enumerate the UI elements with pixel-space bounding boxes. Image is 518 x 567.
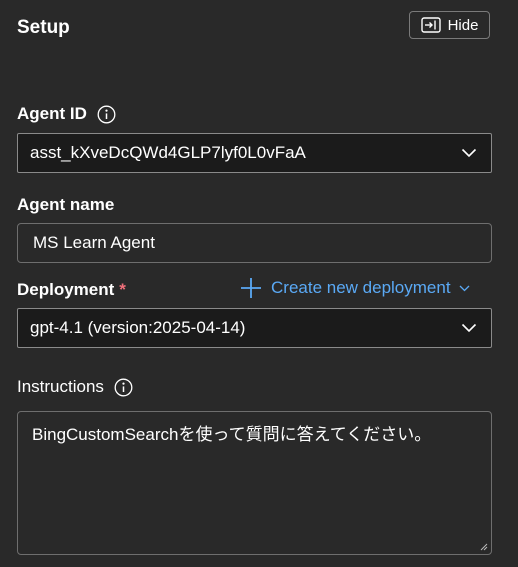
agent-id-label-row: Agent ID [17,103,116,125]
agent-id-label: Agent ID [17,104,87,123]
panel-title: Setup [17,17,70,38]
plus-icon [241,278,261,298]
instructions-label: Instructions [17,377,104,396]
deployment-dropdown[interactable]: gpt-4.1 (version:2025-04-14) [17,308,492,348]
create-deployment-link[interactable]: Create new deployment [240,277,470,299]
agent-id-dropdown[interactable]: asst_kXveDcQWd4GLP7lyf0L0vFaA [17,133,492,173]
agent-name-input[interactable]: MS Learn Agent [17,223,492,263]
info-icon[interactable] [114,378,133,397]
hide-button[interactable]: Hide [409,11,490,39]
deployment-label: Deployment [17,280,115,299]
instructions-textarea[interactable]: BingCustomSearchを使って質問に答えてください。 [17,411,492,555]
create-deployment-label: Create new deployment [271,278,451,297]
chevron-down-icon [459,285,470,291]
agent-name-label: Agent name [17,195,115,214]
agent-name-label-row: Agent name [17,194,114,216]
chevron-down-icon [461,148,477,158]
resize-grip-icon[interactable] [480,543,488,551]
required-marker: * [119,280,126,299]
info-icon[interactable] [97,105,116,124]
chevron-down-icon [461,323,477,333]
hide-button-label: Hide [447,16,479,34]
deployment-value: gpt-4.1 (version:2025-04-14) [30,318,246,337]
instructions-value: BingCustomSearchを使って質問に答えてください。 [32,425,432,444]
panel-collapse-icon [420,17,441,33]
deployment-label-row: Deployment * [17,279,126,301]
agent-id-value: asst_kXveDcQWd4GLP7lyf0L0vFaA [30,143,306,162]
agent-name-value: MS Learn Agent [33,233,155,252]
instructions-label-row: Instructions [17,376,133,398]
setup-panel: Setup Hide Agent ID asst_kXveDcQWd4GLP7l… [0,0,518,567]
